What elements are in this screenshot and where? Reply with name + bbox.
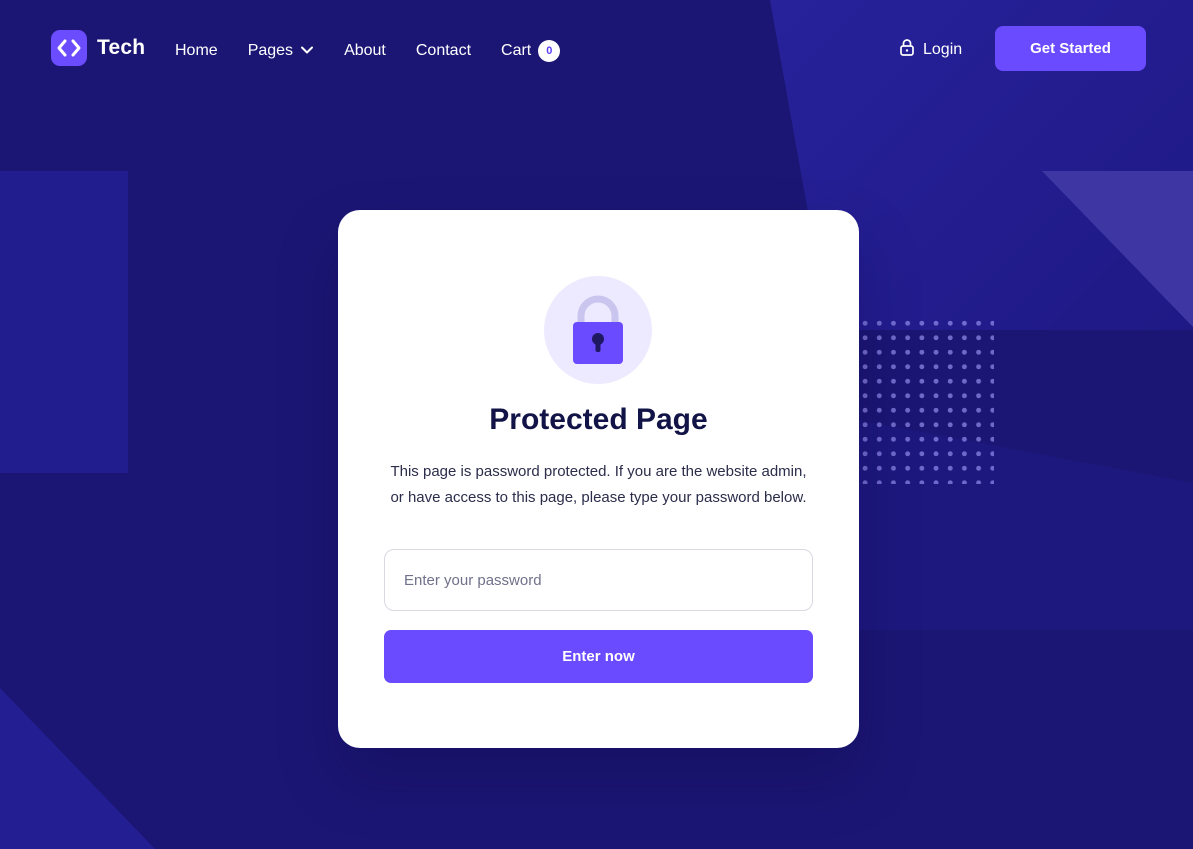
chevron-down-icon xyxy=(300,42,314,60)
page-description: This page is password protected. If you … xyxy=(390,463,807,506)
login-link[interactable]: Login xyxy=(899,38,962,61)
logo[interactable]: Tech xyxy=(51,30,145,66)
bg-shape-bottom-left xyxy=(0,688,155,849)
bg-shape-left xyxy=(0,171,128,473)
enter-now-button[interactable]: Enter now xyxy=(384,630,813,683)
nav-home-label: Home xyxy=(175,42,218,59)
nav-home[interactable]: Home xyxy=(175,42,218,60)
page-title: Protected Page xyxy=(489,403,708,436)
nav-pages[interactable]: Pages xyxy=(248,42,314,60)
header: Tech Home Pages About Contact Cart 0 Log… xyxy=(0,0,1193,100)
nav-pages-label: Pages xyxy=(247,42,294,59)
password-input[interactable] xyxy=(384,549,813,611)
login-label: Login xyxy=(923,40,963,58)
nav-about-label: About xyxy=(344,42,386,59)
brand-name: Tech xyxy=(97,36,146,59)
lock-outline-icon xyxy=(899,38,915,61)
protected-page-card: Protected Page This page is password pro… xyxy=(338,210,859,748)
code-brackets-icon xyxy=(51,30,87,66)
dot-pattern xyxy=(858,316,994,484)
main-menu: Home Pages About Contact Cart 0 xyxy=(175,40,590,62)
nav-contact-label: Contact xyxy=(415,42,472,59)
nav-cart-label: Cart xyxy=(501,42,532,59)
lock-icon xyxy=(544,276,652,384)
cart-count-badge: 0 xyxy=(538,40,561,62)
nav-about[interactable]: About xyxy=(344,42,386,60)
nav-contact[interactable]: Contact xyxy=(416,42,471,60)
get-started-button[interactable]: Get Started xyxy=(995,26,1146,71)
nav-cart[interactable]: Cart 0 xyxy=(501,40,561,62)
